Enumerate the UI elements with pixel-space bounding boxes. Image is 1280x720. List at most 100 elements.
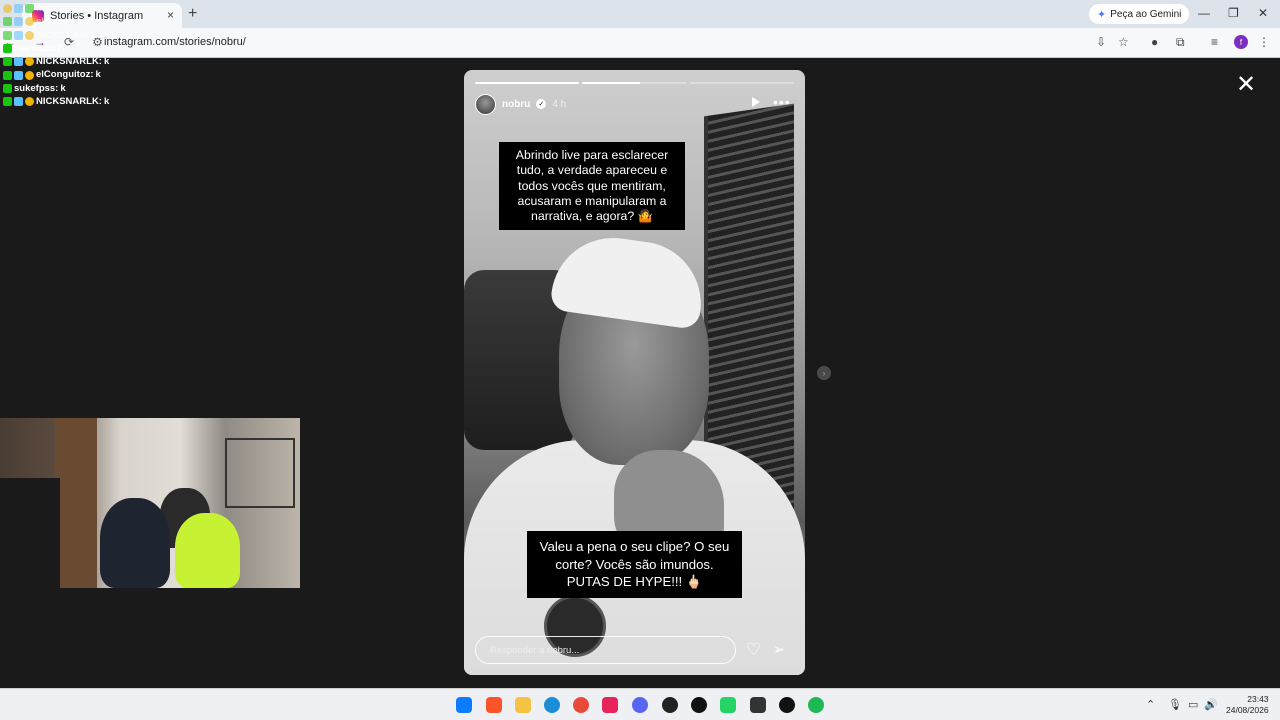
- story-time: 4 h: [552, 98, 567, 110]
- chat-badge-icon: [3, 57, 12, 67]
- chat-badge-icon: [25, 70, 34, 80]
- story-caption-top: Abrindo live para esclarecer tudo, a ver…: [499, 142, 685, 231]
- chat-text: k: [95, 16, 101, 28]
- chat-badge-icon: [3, 83, 12, 93]
- restore-button[interactable]: ❐: [1228, 6, 1239, 20]
- chat-username[interactable]: sukefpss:: [14, 82, 58, 95]
- microphone-icon[interactable]: 🎙: [1168, 698, 1182, 711]
- tab-close-icon[interactable]: ×: [167, 8, 174, 22]
- app-icon[interactable]: [750, 697, 766, 713]
- chat-text: k: [103, 56, 110, 68]
- new-tab-button[interactable]: +: [188, 5, 197, 23]
- chat-badge-icon: [3, 4, 12, 14]
- story-progress: [475, 82, 794, 84]
- reply-input[interactable]: Responder a nobru...: [475, 636, 736, 664]
- chat-badge-icon: [14, 30, 23, 40]
- start-windows-icon[interactable]: [456, 697, 472, 713]
- install-app-icon[interactable]: ⇩: [1096, 35, 1106, 49]
- chat-badge-icon: [14, 70, 23, 80]
- gemini-label: Peça ao Gemini: [1110, 8, 1182, 20]
- address-bar: ← → ⟳ ⚙ instagram.com/stories/nobru/ ⇩ ☆…: [0, 28, 1280, 58]
- chat-text: k: [95, 69, 101, 81]
- app-icon[interactable]: [691, 697, 707, 713]
- story-header: nobru ✓ 4 h: [475, 93, 566, 115]
- system-clock[interactable]: 23:43 24/08/2026: [1226, 694, 1269, 716]
- chat-badge-icon: [14, 4, 23, 14]
- app-icon[interactable]: [602, 697, 618, 713]
- next-story-chevron-icon[interactable]: ›: [817, 366, 831, 380]
- chat-text: k: [60, 82, 66, 94]
- network-icon[interactable]: ▭: [1188, 698, 1198, 711]
- edge-icon[interactable]: [544, 697, 560, 713]
- chrome-icon[interactable]: [573, 697, 589, 713]
- progress-fill: [475, 82, 580, 84]
- story-username[interactable]: nobru: [502, 99, 530, 110]
- profile-avatar[interactable]: f: [1234, 35, 1248, 49]
- chat-message: elConguitoz: k: [3, 68, 163, 81]
- screen: Stories • Instagram × + ✦ Peça ao Gemini…: [0, 0, 1280, 720]
- whatsapp-icon[interactable]: [720, 697, 736, 713]
- discord-icon[interactable]: [632, 697, 648, 713]
- more-options-icon[interactable]: •••: [773, 94, 791, 110]
- clock-date: 24/08/2026: [1226, 705, 1269, 715]
- tray-chevron-icon[interactable]: ⌃: [1146, 698, 1155, 711]
- chat-message: NICKSNARLK: k: [3, 29, 163, 42]
- webcam-feed: [0, 418, 300, 588]
- clock-time: 23:43: [1247, 694, 1269, 704]
- progress-fill: [582, 82, 640, 84]
- window-close-button[interactable]: ✕: [1258, 6, 1268, 20]
- menu-kebab-icon[interactable]: ⋮: [1258, 35, 1270, 49]
- app-icon[interactable]: [779, 697, 795, 713]
- bookmark-star-icon[interactable]: ☆: [1118, 35, 1129, 49]
- chat-username[interactable]: NICKSNARLK:: [36, 55, 102, 68]
- minimize-button[interactable]: —: [1198, 6, 1210, 20]
- close-story-icon[interactable]: ✕: [1236, 70, 1256, 99]
- chat-badge-icon: [25, 97, 34, 107]
- story-user-avatar[interactable]: [475, 93, 496, 115]
- chat-message: marolado7:: [3, 2, 163, 15]
- chat-text: k: [103, 96, 110, 108]
- chat-text: k: [103, 29, 110, 41]
- chat-username[interactable]: marolado7:: [14, 42, 65, 55]
- chat-username[interactable]: NICKSNARLK:: [36, 29, 102, 42]
- extensions-puzzle-icon[interactable]: ⧉: [1176, 35, 1185, 50]
- chat-badge-icon: [14, 97, 23, 107]
- story-caption-bottom: Valeu a pena o seu clipe? O seu corte? V…: [527, 531, 742, 598]
- chat-badge-icon: [14, 57, 23, 67]
- file-explorer-icon[interactable]: [515, 697, 531, 713]
- app-icon[interactable]: [662, 697, 678, 713]
- verified-badge-icon: ✓: [536, 99, 547, 109]
- chat-username[interactable]: elConguitoz:: [36, 68, 94, 81]
- brave-icon[interactable]: [486, 697, 502, 713]
- chat-badge-icon: [25, 17, 34, 27]
- chat-badge-icon: [25, 4, 34, 14]
- media-controls-icon[interactable]: ≡: [1211, 35, 1218, 49]
- spotify-icon[interactable]: [808, 697, 824, 713]
- chat-username[interactable]: elConguitoz:: [36, 15, 94, 28]
- chat-message: NICKSNARLK: k: [3, 55, 163, 68]
- volume-icon[interactable]: 🔊: [1204, 698, 1218, 711]
- webcam-door: [55, 418, 97, 588]
- extension-icon[interactable]: ●: [1151, 35, 1158, 49]
- chat-badge-icon: [14, 17, 23, 27]
- like-heart-icon[interactable]: ♡: [746, 640, 761, 660]
- stream-chat-overlay: marolado7: elConguitoz: k NICKSNARLK: k marol…: [3, 2, 163, 108]
- chat-username[interactable]: NICKSNARLK:: [36, 95, 102, 108]
- story-frame[interactable]: nobru ✓ 4 h ••• Abrindo live para esclar…: [464, 70, 805, 675]
- chat-badge-icon: [3, 44, 12, 54]
- chat-username[interactable]: marolado7:: [36, 2, 87, 15]
- webcam-person: [100, 498, 170, 588]
- chat-message: sukefpss: k: [3, 82, 163, 95]
- chat-badge-icon: [3, 30, 12, 40]
- windows-taskbar: ⌃ 🎙 ▭ 🔊 23:43 24/08/2026: [0, 688, 1280, 720]
- chat-message: elConguitoz: k: [3, 15, 163, 28]
- play-icon[interactable]: [752, 97, 760, 107]
- chat-message: NICKSNARLK: k: [3, 95, 163, 108]
- chat-badge-icon: [3, 17, 12, 27]
- chat-badge-icon: [25, 30, 34, 40]
- send-icon[interactable]: ➢: [773, 641, 785, 658]
- webcam-shelf: [225, 438, 295, 508]
- webcam-monitor: [0, 478, 60, 588]
- gemini-button[interactable]: ✦ Peça ao Gemini: [1089, 4, 1190, 24]
- webcam-person: [175, 513, 240, 588]
